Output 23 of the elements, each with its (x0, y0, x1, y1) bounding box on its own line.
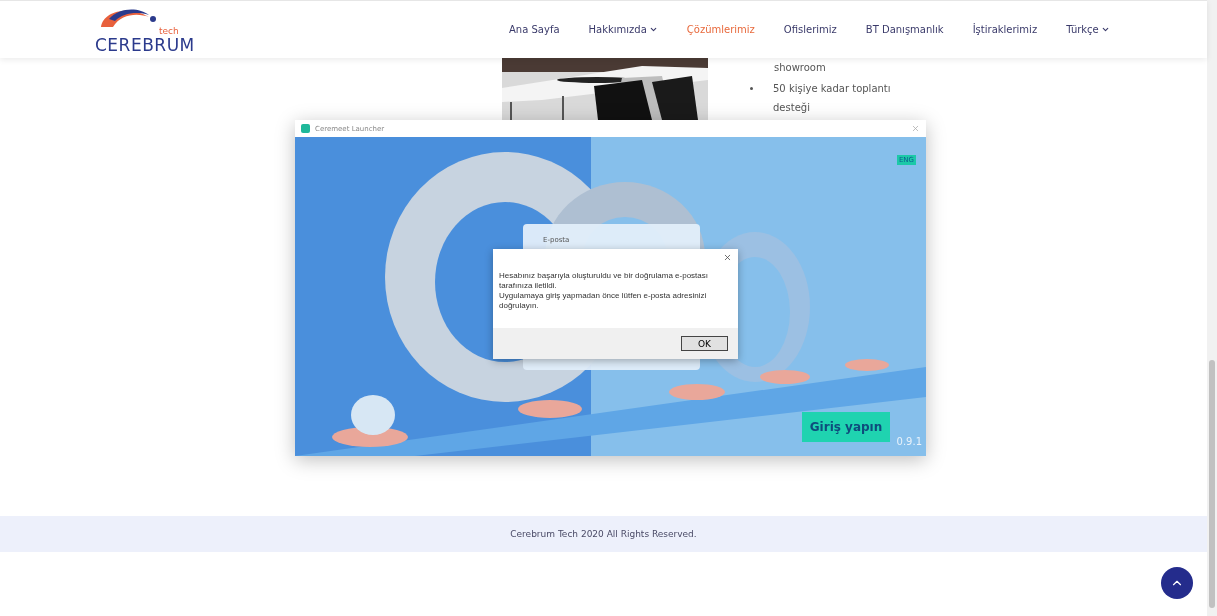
nav-link[interactable]: Ana Sayfa (509, 24, 560, 35)
bullet-text: showroom (773, 61, 827, 75)
bullet-text: 50 kişiye kadar toplantı desteği (773, 82, 892, 115)
copyright-text: Cerebrum Tech 2020 All Rights Reserved. (510, 529, 697, 539)
app-icon (301, 124, 310, 133)
version-label: 0.9.1 (896, 436, 922, 447)
nav-link[interactable]: BT Danışmanlık (865, 24, 944, 35)
nav-link[interactable]: Hakkımızda (588, 24, 658, 35)
logo-tagline: tech (159, 27, 180, 36)
dialog-message: Uygulamaya giriş yapmadan önce lütfen e-posta adresinizi doğrulayın. (499, 291, 708, 311)
scrollbar[interactable] (1207, 0, 1217, 616)
nav-link[interactable]: İştiraklerimiz (972, 24, 1038, 35)
logo-wordmark: CEREBRUM (95, 36, 196, 54)
ok-button[interactable]: OK (681, 336, 728, 351)
close-icon[interactable] (723, 253, 732, 262)
login-button[interactable]: Giriş yapın (802, 412, 890, 442)
dialog-message: Hesabınız başarıyla oluşturuldu ve bir doğrulama e-postası tarafınıza iletildi. (499, 271, 709, 291)
nav-link[interactable]: Türkçe (1066, 24, 1110, 35)
nav-link[interactable]: Ofislerimiz (783, 24, 837, 35)
scrollbar-thumb[interactable] (1209, 360, 1215, 608)
logo[interactable]: tech CEREBRUM (95, 5, 205, 54)
bullet-dot (750, 87, 753, 90)
scroll-top-button[interactable] (1161, 567, 1193, 599)
